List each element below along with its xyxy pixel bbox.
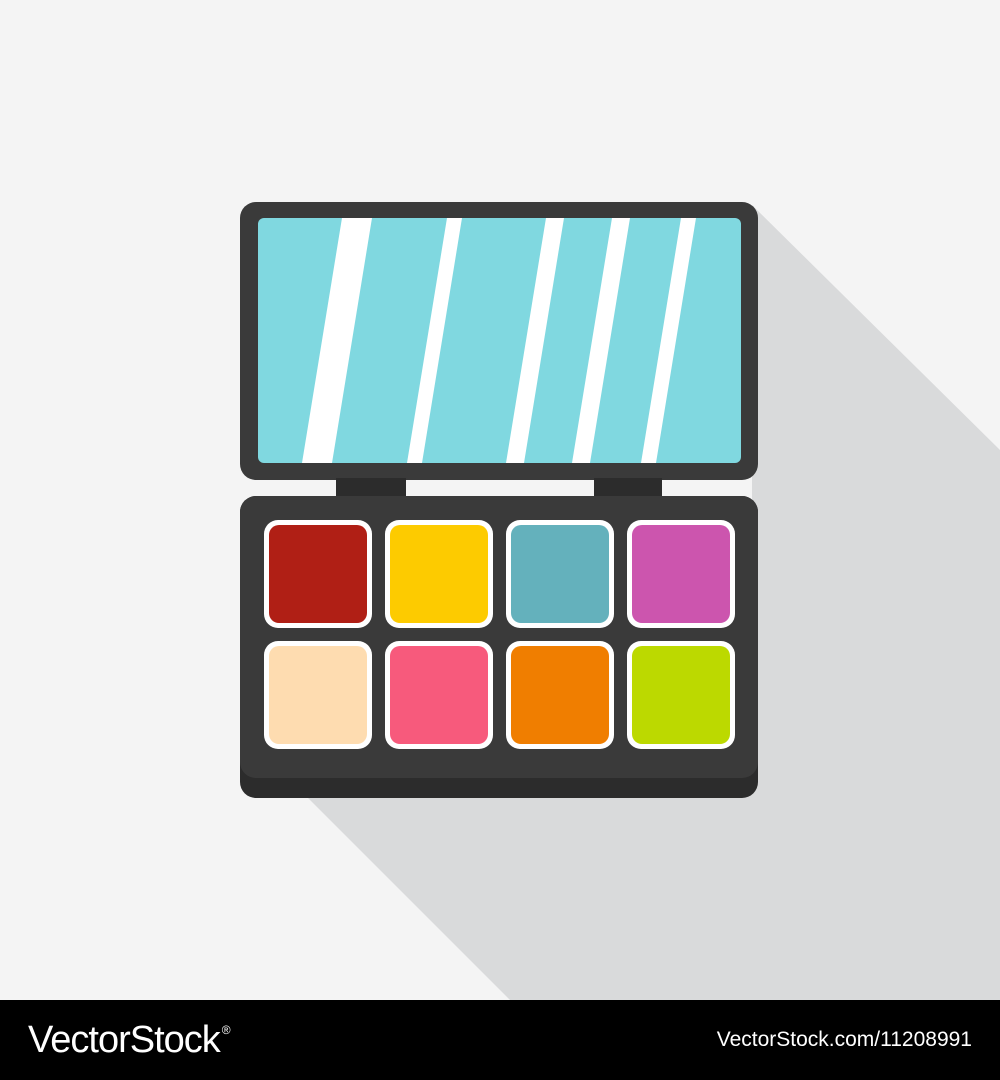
pan-color-4 <box>632 525 730 623</box>
registered-mark: ® <box>221 1022 231 1037</box>
pan-color-6 <box>390 646 488 744</box>
pan-color-7 <box>511 646 609 744</box>
pan-color-5 <box>269 646 367 744</box>
pan-color-8 <box>632 646 730 744</box>
pan-color-3 <box>511 525 609 623</box>
watermark-bar: VectorStock ® VectorStock.com/11208991 <box>0 1000 1000 1080</box>
brand-name: VectorStock <box>28 1018 221 1061</box>
pan-color-1 <box>269 525 367 623</box>
icon-canvas <box>0 0 1000 1000</box>
pan-color-2 <box>390 525 488 623</box>
eyeshadow-palette-icon <box>240 202 1000 1000</box>
image-id: VectorStock.com/11208991 <box>716 1028 972 1051</box>
vectorstock-logo: VectorStock ® <box>28 1018 231 1062</box>
